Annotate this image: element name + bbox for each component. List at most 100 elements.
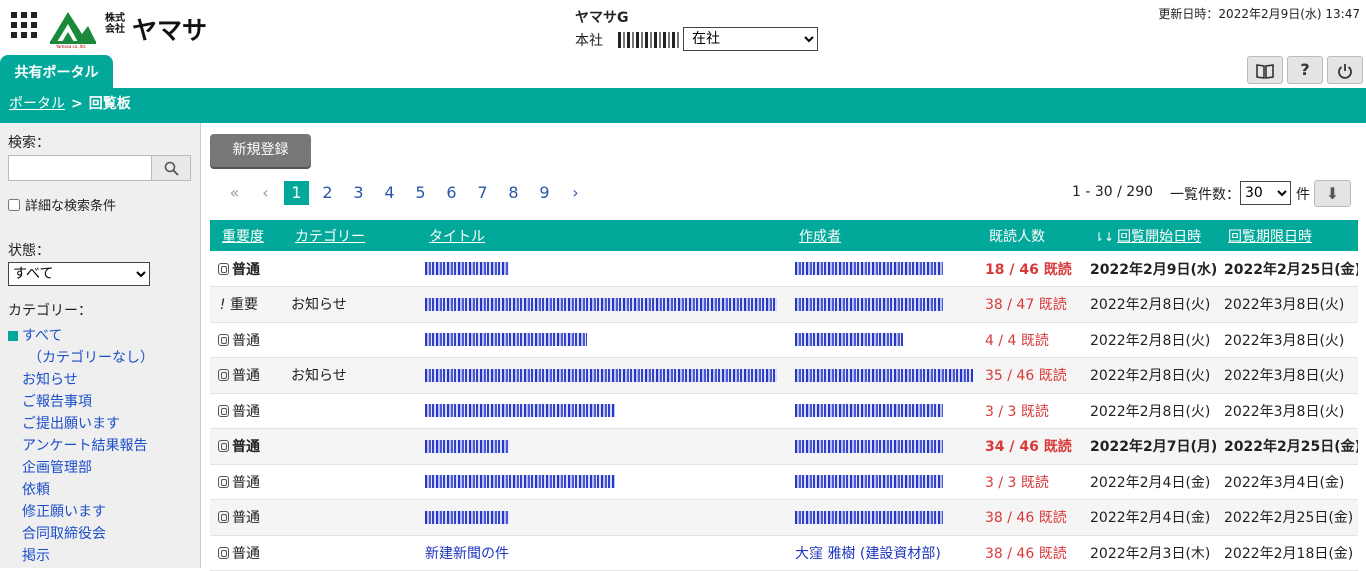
search-row — [8, 155, 191, 181]
table-row[interactable]: 普通 38 / 46 既読 2022年2月4日(金) 2022年2月25日(金) — [210, 499, 1358, 536]
author-link-redacted[interactable] — [795, 262, 943, 275]
table-row[interactable]: 普通 お知らせ 35 / 46 既読 2022年2月8日(火) 2022年3月8日(火) — [210, 357, 1358, 394]
title-link[interactable]: 新建新聞の件 — [425, 546, 509, 562]
table-row[interactable]: 普通 3 / 3 既読 2022年2月8日(火) 2022年3月8日(火) — [210, 393, 1358, 429]
author-link[interactable]: 大窪 雅樹 (建設資材部) — [795, 546, 941, 562]
prev-page-button[interactable]: ‹ — [253, 181, 278, 205]
search-button[interactable] — [152, 155, 191, 181]
read-count-cell[interactable]: 3 / 3 既読 — [977, 464, 1082, 500]
first-page-button[interactable]: « — [222, 181, 247, 205]
read-count-cell[interactable]: 4 / 4 既読 — [977, 322, 1082, 358]
company-logo[interactable]: 株式 会社 ヤマサ Yamasa co.,ltd. — [48, 6, 220, 49]
author-link-redacted[interactable] — [795, 297, 943, 311]
category-item[interactable]: 合同取締役会 — [8, 523, 192, 545]
breadcrumb-separator: > — [71, 96, 83, 112]
page-button[interactable]: 4 — [377, 181, 402, 205]
page-button[interactable]: 2 — [315, 181, 340, 205]
tab-shared-portal[interactable]: 共有ポータル — [0, 55, 113, 89]
col-start[interactable]: ⇂↓ 回覧開始日時 — [1082, 220, 1216, 251]
title-link-redacted[interactable] — [425, 297, 777, 311]
category-item[interactable]: ご報告事項 — [8, 391, 192, 413]
active-category-marker-icon — [8, 331, 18, 341]
page-button[interactable]: 7 — [470, 181, 495, 205]
title-link-redacted[interactable] — [425, 439, 509, 453]
priority-cell: 普通 — [210, 393, 283, 429]
per-page-select[interactable]: 30 — [1240, 181, 1291, 205]
col-author[interactable]: 作成者 — [787, 220, 977, 251]
priority-cell: 普通 — [210, 464, 283, 500]
category-item-label: ご報告事項 — [22, 394, 92, 410]
download-button[interactable]: ⬇ — [1314, 180, 1351, 207]
author-link-redacted[interactable] — [795, 368, 973, 382]
table-row[interactable]: 普通 18 / 46 既読 2022年2月9日(水) 2022年2月25日(金) — [210, 251, 1358, 287]
help-button[interactable]: ? — [1287, 56, 1323, 84]
author-link-redacted[interactable] — [795, 404, 943, 418]
search-input[interactable] — [8, 155, 152, 181]
table-row[interactable]: 普通 3 / 3 既読 2022年2月4日(金) 2022年3月4日(金) — [210, 464, 1358, 500]
col-title[interactable]: タイトル — [417, 220, 787, 251]
category-item[interactable]: ご提出願います — [8, 413, 192, 435]
state-filter-select[interactable]: すべて — [8, 262, 150, 286]
category-item[interactable]: 依頼 — [8, 479, 192, 501]
read-count-cell[interactable]: 3 / 3 既読 — [977, 393, 1082, 429]
read-count-cell[interactable]: 35 / 46 既読 — [977, 357, 1082, 394]
author-cell — [787, 286, 977, 323]
logout-button[interactable] — [1327, 56, 1363, 84]
page-button[interactable]: 9 — [532, 181, 557, 205]
deadline-cell: 2022年2月25日(金) — [1216, 428, 1358, 465]
col-priority[interactable]: 重要度 — [210, 220, 283, 251]
author-link-redacted[interactable] — [795, 475, 943, 489]
page-button[interactable]: 3 — [346, 181, 371, 205]
page-button[interactable]: 6 — [439, 181, 464, 205]
title-link-redacted[interactable] — [425, 475, 615, 489]
manual-button[interactable] — [1247, 56, 1283, 84]
title-link-redacted[interactable] — [425, 262, 509, 275]
priority-text: 普通 — [232, 474, 260, 491]
new-entry-button[interactable]: 新規登録 — [210, 134, 311, 167]
page-title: 回覧板 — [88, 96, 131, 112]
col-category[interactable]: カテゴリー — [283, 220, 417, 251]
author-link-redacted[interactable] — [795, 439, 943, 453]
title-link-redacted[interactable] — [425, 333, 587, 347]
category-item[interactable]: お知らせ — [8, 369, 192, 391]
title-link-redacted[interactable] — [425, 368, 777, 382]
category-label: カテゴリー： — [8, 303, 92, 319]
next-page-button[interactable]: › — [563, 181, 588, 205]
table-row[interactable]: 普通 34 / 46 既読 2022年2月7日(月) 2022年2月25日(金) — [210, 428, 1358, 465]
deadline-cell: 2022年3月8日(火) — [1216, 322, 1358, 358]
author-cell — [787, 357, 977, 394]
read-count-cell[interactable]: 34 / 46 既読 — [977, 428, 1082, 465]
category-item[interactable]: アンケート結果報告 — [8, 435, 192, 457]
search-label: 検索： — [8, 135, 50, 151]
detail-search-checkbox[interactable] — [8, 198, 20, 211]
author-link-redacted[interactable] — [795, 333, 903, 347]
category-item[interactable]: （カテゴリーなし） — [8, 347, 192, 369]
read-count-cell[interactable]: 38 / 47 既読 — [977, 286, 1082, 323]
category-item[interactable]: 掲示 — [8, 545, 192, 567]
read-count-cell[interactable]: 38 / 46 既読 — [977, 499, 1082, 536]
presence-status-select[interactable]: 在社 — [683, 27, 818, 51]
author-link-redacted[interactable] — [795, 510, 943, 524]
read-count-cell[interactable]: 38 / 46 既読 — [977, 535, 1082, 571]
table-row[interactable]: 普通 新建新聞の件 大窪 雅樹 (建設資材部) 38 / 46 既読 2022年2月3日… — [210, 535, 1358, 571]
title-link-redacted[interactable] — [425, 404, 615, 418]
category-item[interactable]: 修正願います — [8, 501, 192, 523]
page-button[interactable]: 1 — [284, 181, 309, 205]
breadcrumb-portal-link[interactable]: ポータル — [9, 96, 65, 112]
table-row[interactable]: ! 重要 お知らせ 38 / 47 既読 2022年2月8日(火) 2022年3月8日(火… — [210, 286, 1358, 323]
author-cell — [787, 251, 977, 287]
read-count-cell[interactable]: 18 / 46 既読 — [977, 251, 1082, 287]
title-link-redacted[interactable] — [425, 510, 509, 524]
per-page-label: 一覧件数： — [1170, 187, 1240, 203]
app-launcher-icon[interactable] — [11, 12, 37, 38]
detail-search-toggle[interactable]: 詳細な検索条件 — [8, 195, 192, 214]
category-item-label: アンケート結果報告 — [22, 438, 148, 454]
priority-cell: 普通 — [210, 357, 283, 394]
page-button[interactable]: 8 — [501, 181, 526, 205]
col-deadline[interactable]: 回覧期限日時 — [1216, 220, 1358, 251]
page-button[interactable]: 5 — [408, 181, 433, 205]
category-item[interactable]: 企画管理部 — [8, 457, 192, 479]
table-row[interactable]: 普通 4 / 4 既読 2022年2月8日(火) 2022年3月8日(火) — [210, 322, 1358, 358]
priority-cell: 普通 — [210, 428, 283, 465]
category-item[interactable]: すべて — [8, 325, 192, 347]
